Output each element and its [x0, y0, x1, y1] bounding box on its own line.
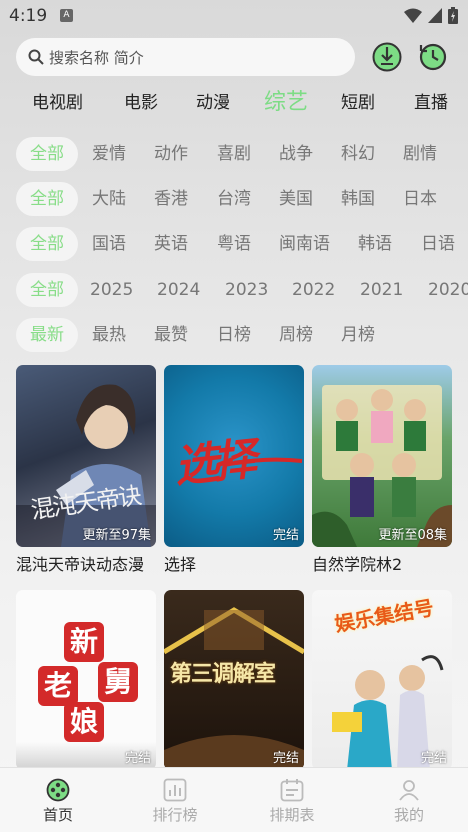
chip-sort[interactable]: 月榜	[341, 318, 375, 352]
video-card[interactable]: 更新至08集 自然学院林2	[312, 365, 452, 575]
battery-icon	[448, 7, 458, 24]
search-input[interactable]: 搜索名称 简介	[16, 38, 355, 76]
status-badge: 完结	[272, 528, 299, 543]
tab-variety[interactable]: 综艺	[264, 84, 308, 116]
chip-genre[interactable]: 战争	[279, 137, 313, 171]
status-time: 4:19	[9, 6, 48, 26]
notification-icon: A	[60, 9, 73, 22]
chip-region-all[interactable]: 全部	[16, 182, 78, 216]
chip-language-all[interactable]: 全部	[16, 227, 78, 261]
filter-row-genre: 全部 爱情 动作 喜剧 战争 科幻 剧情	[0, 137, 468, 171]
search-placeholder: 搜索名称 简介	[49, 48, 144, 67]
wifi-icon	[404, 8, 422, 23]
history-icon[interactable]	[418, 42, 448, 72]
filter-row-sort: 最新 最热 最赞 日榜 周榜 月榜	[0, 318, 468, 352]
chip-region[interactable]: 大陆	[92, 182, 126, 216]
chip-sort-latest[interactable]: 最新	[16, 318, 78, 352]
nav-profile[interactable]: 我的	[369, 778, 449, 825]
poster[interactable]: 新 老 舅 娘 完结	[16, 590, 156, 770]
chip-genre[interactable]: 喜剧	[217, 137, 251, 171]
chip-language[interactable]: 粤语	[217, 227, 251, 261]
poster-char-tile: 新	[64, 622, 104, 662]
status-icons	[404, 7, 458, 24]
poster[interactable]: 娱乐集结号 完结	[312, 590, 452, 770]
card-title[interactable]: 选择	[164, 551, 304, 575]
poster[interactable]: 更新至08集	[312, 365, 452, 547]
search-icon	[28, 49, 44, 65]
chip-year-all[interactable]: 全部	[16, 273, 78, 307]
card-title[interactable]: 自然学院林2	[312, 551, 452, 575]
poster-art	[312, 385, 452, 547]
poster-title-text: 第三调解室	[170, 662, 276, 687]
bottom-nav: 首页 排行榜 排期表 我的	[0, 767, 468, 832]
poster-char-tile: 老	[38, 666, 78, 706]
chip-year[interactable]: 2022	[292, 273, 335, 307]
nav-profile-label: 我的	[393, 806, 424, 824]
chip-language[interactable]: 英语	[154, 227, 188, 261]
chip-year[interactable]: 2024	[157, 273, 200, 307]
chip-language[interactable]: 日语	[421, 227, 455, 261]
tab-live[interactable]: 直播	[414, 88, 448, 113]
filter-row-region: 全部 大陆 香港 台湾 美国 韩国 日本	[0, 182, 468, 216]
chip-genre[interactable]: 动作	[154, 137, 188, 171]
chip-region[interactable]: 香港	[154, 182, 188, 216]
poster[interactable]: 混沌天帝诀 更新至97集	[16, 365, 156, 547]
schedule-icon	[280, 779, 304, 802]
chip-language[interactable]: 韩语	[358, 227, 392, 261]
video-card[interactable]: 娱乐集结号 完结	[312, 590, 452, 770]
chip-year[interactable]: 2020	[428, 273, 468, 307]
tab-short[interactable]: 短剧	[341, 88, 375, 113]
chip-language[interactable]: 国语	[92, 227, 126, 261]
video-card[interactable]: 新 老 舅 娘 完结	[16, 590, 156, 770]
ranking-icon	[163, 778, 187, 802]
status-bar: 4:19 A	[0, 0, 468, 32]
poster-char-tile: 娘	[64, 702, 104, 742]
chip-genre[interactable]: 剧情	[403, 137, 437, 171]
nav-ranking[interactable]: 排行榜	[135, 778, 215, 825]
signal-icon	[428, 8, 442, 23]
video-card[interactable]: 第三调解室 完结	[164, 590, 304, 770]
profile-icon	[399, 780, 419, 801]
chip-genre[interactable]: 科幻	[341, 137, 375, 171]
video-card[interactable]: 混沌天帝诀 更新至97集 混沌天帝诀动态漫	[16, 365, 156, 575]
poster-char-tile: 舅	[98, 662, 138, 702]
poster[interactable]: 选择 完结	[164, 365, 304, 547]
chip-year[interactable]: 2023	[225, 273, 268, 307]
poster[interactable]: 第三调解室 完结	[164, 590, 304, 770]
video-card[interactable]: 选择 完结 选择	[164, 365, 304, 575]
nav-schedule[interactable]: 排期表	[252, 778, 332, 825]
nav-home-label: 首页	[42, 806, 73, 824]
chip-genre[interactable]: 爱情	[92, 137, 126, 171]
tab-anime[interactable]: 动漫	[196, 88, 230, 113]
home-icon	[46, 778, 70, 802]
chip-year[interactable]: 2021	[360, 273, 403, 307]
status-badge: 完结	[420, 751, 447, 766]
filter-row-year: 全部 2025 2024 2023 2022 2021 2020	[0, 273, 468, 307]
status-badge: 完结	[272, 751, 299, 766]
chip-language[interactable]: 闽南语	[279, 227, 330, 261]
status-badge: 更新至08集	[378, 528, 447, 543]
nav-home[interactable]: 首页	[18, 778, 98, 825]
chip-region[interactable]: 日本	[403, 182, 437, 216]
card-title[interactable]: 混沌天帝诀动态漫	[16, 551, 156, 575]
status-badge: 更新至97集	[82, 528, 151, 543]
chip-year[interactable]: 2025	[90, 273, 133, 307]
status-badge: 完结	[124, 751, 151, 766]
chip-region[interactable]: 美国	[279, 182, 313, 216]
nav-schedule-label: 排期表	[269, 806, 315, 824]
chip-genre-all[interactable]: 全部	[16, 137, 78, 171]
chip-region[interactable]: 台湾	[217, 182, 251, 216]
chip-region[interactable]: 韩国	[341, 182, 375, 216]
filter-row-language: 全部 国语 英语 粤语 闽南语 韩语 日语	[0, 227, 468, 261]
poster-brush-stroke	[223, 457, 303, 467]
chip-sort[interactable]: 最赞	[154, 318, 188, 352]
category-tabs: 电视剧 电影 动漫 综艺 短剧 直播	[0, 88, 468, 118]
chip-sort[interactable]: 日榜	[217, 318, 251, 352]
chip-sort[interactable]: 周榜	[279, 318, 313, 352]
chip-sort[interactable]: 最热	[92, 318, 126, 352]
nav-ranking-label: 排行榜	[152, 806, 198, 824]
tab-movie[interactable]: 电影	[124, 88, 158, 113]
download-icon[interactable]	[372, 42, 402, 72]
tab-tv[interactable]: 电视剧	[32, 88, 83, 113]
